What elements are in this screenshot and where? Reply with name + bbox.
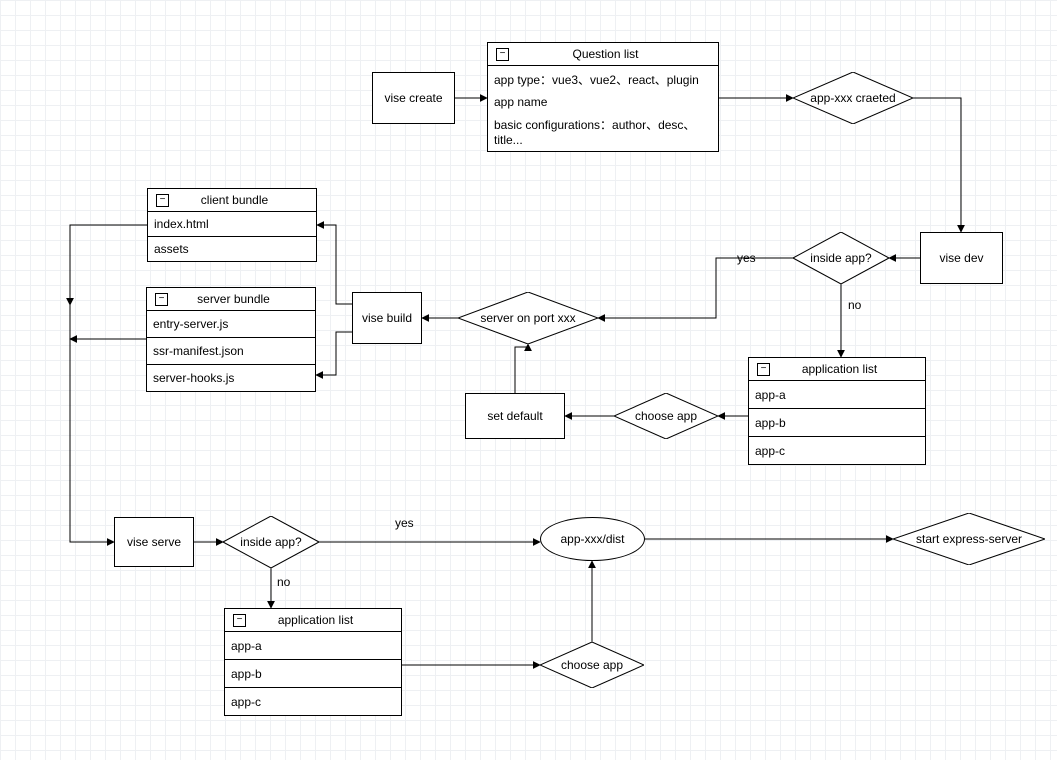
node-question-list-row2: app name	[494, 95, 712, 109]
container-header: − application list	[749, 358, 925, 381]
node-set-default-label: set default	[487, 409, 542, 423]
node-app-list-1-r1: app-a	[749, 381, 925, 409]
node-app-list-1: − application list app-a app-b app-c	[748, 357, 926, 465]
node-vise-serve-label: vise serve	[127, 535, 181, 549]
node-app-dist: app-xxx/dist	[540, 517, 645, 561]
node-server-on-port-label: server on port xxx	[480, 311, 575, 325]
node-question-list-title: Question list	[517, 47, 718, 61]
node-app-dist-label: app-xxx/dist	[560, 532, 624, 546]
container-header: − client bundle	[148, 189, 316, 212]
node-app-list-1-title: application list	[778, 362, 925, 376]
container-header: − application list	[225, 609, 401, 632]
collapse-icon[interactable]: −	[496, 48, 509, 61]
node-inside-app-1-label: inside app?	[810, 251, 871, 265]
node-server-bundle-title: server bundle	[176, 292, 315, 306]
node-server-bundle-r1: entry-server.js	[147, 311, 315, 338]
node-inside-app-1: inside app?	[793, 232, 889, 284]
edge-label-no-2: no	[277, 575, 290, 589]
node-inside-app-2: inside app?	[223, 516, 319, 568]
node-vise-create-label: vise create	[384, 91, 442, 105]
node-choose-app-1-label: choose app	[635, 409, 697, 423]
node-vise-dev-label: vise dev	[939, 251, 983, 265]
edge-label-yes-2: yes	[395, 516, 414, 530]
node-app-list-2-r3: app-c	[225, 688, 401, 715]
node-vise-build-label: vise build	[362, 311, 412, 325]
node-server-on-port: server on port xxx	[458, 292, 598, 344]
collapse-icon[interactable]: −	[757, 363, 770, 376]
collapse-icon[interactable]: −	[156, 194, 169, 207]
edge-label-yes-1: yes	[737, 251, 756, 265]
node-set-default: set default	[465, 393, 565, 439]
node-server-bundle: − server bundle entry-server.js ssr-mani…	[146, 287, 316, 392]
node-vise-serve: vise serve	[114, 517, 194, 567]
node-server-bundle-r2: ssr-manifest.json	[147, 338, 315, 365]
node-client-bundle-r2: assets	[148, 237, 316, 261]
node-client-bundle-title: client bundle	[177, 193, 316, 207]
node-choose-app-1: choose app	[614, 393, 718, 439]
diagram-canvas: vise create − Question list app type：vue…	[0, 0, 1057, 760]
node-app-list-1-r2: app-b	[749, 409, 925, 437]
collapse-icon[interactable]: −	[155, 293, 168, 306]
collapse-icon[interactable]: −	[233, 614, 246, 627]
edge-label-no-1: no	[848, 298, 861, 312]
node-question-list-row3: basic configurations：author、desc、title..…	[494, 116, 712, 147]
node-client-bundle-r1: index.html	[148, 212, 316, 237]
node-app-list-2-r1: app-a	[225, 632, 401, 660]
node-question-list: − Question list app type：vue3、vue2、react…	[487, 42, 719, 152]
node-app-list-2-title: application list	[254, 613, 401, 627]
node-inside-app-2-label: inside app?	[240, 535, 301, 549]
node-choose-app-2: choose app	[540, 642, 644, 688]
node-app-created: app-xxx craeted	[793, 72, 913, 124]
node-app-created-label: app-xxx craeted	[810, 91, 895, 105]
node-client-bundle: − client bundle index.html assets	[147, 188, 317, 262]
container-header: − server bundle	[147, 288, 315, 311]
node-server-bundle-r3: server-hooks.js	[147, 365, 315, 391]
container-header: − Question list	[488, 43, 718, 66]
node-app-list-1-r3: app-c	[749, 437, 925, 464]
node-choose-app-2-label: choose app	[561, 658, 623, 672]
node-app-list-2: − application list app-a app-b app-c	[224, 608, 402, 716]
node-start-express-label: start express-server	[916, 532, 1022, 546]
node-vise-dev: vise dev	[920, 232, 1003, 284]
node-app-list-2-r2: app-b	[225, 660, 401, 688]
node-question-list-row1: app type：vue3、vue2、react、plugin	[494, 71, 712, 88]
node-vise-build: vise build	[352, 292, 422, 344]
node-vise-create: vise create	[372, 72, 455, 124]
node-start-express: start express-server	[893, 513, 1045, 565]
